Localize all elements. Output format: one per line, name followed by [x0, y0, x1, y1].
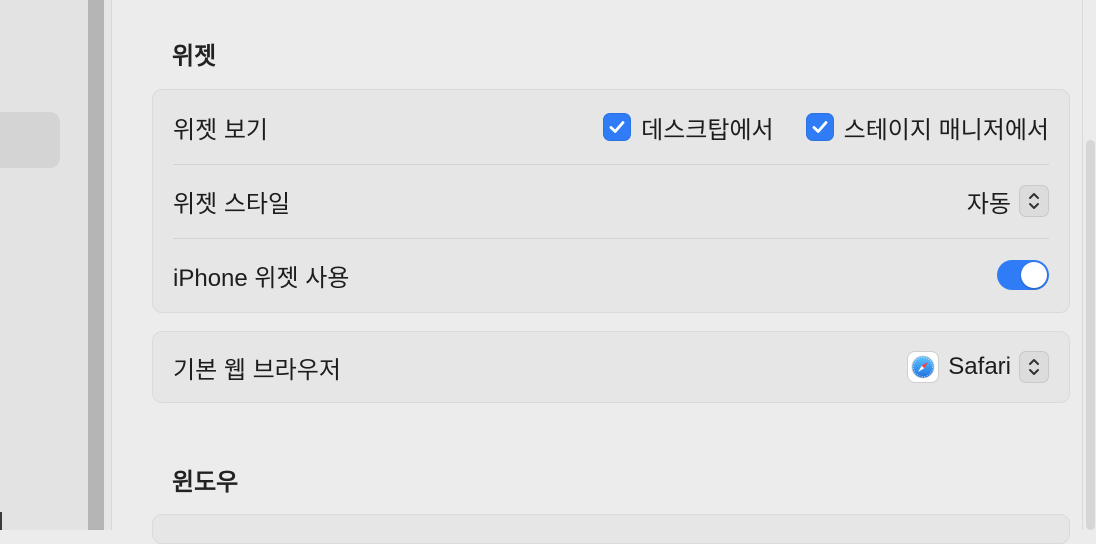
- default-browser-label: 기본 웹 브라우저: [173, 356, 341, 384]
- scrollbar-thumb[interactable]: [1086, 140, 1095, 530]
- divider-edge: [104, 0, 112, 530]
- widget-style-label: 위젯 스타일: [173, 190, 291, 218]
- stage-manager-checkbox-item[interactable]: 스테이지 매니저에서: [805, 110, 1049, 145]
- widget-style-row: 위젯 스타일 자동: [153, 164, 1069, 238]
- desktop-checkbox-item[interactable]: 데스크탑에서: [603, 110, 774, 145]
- sidebar-item-fragment: [0, 512, 8, 530]
- default-browser-value[interactable]: Safari: [948, 353, 1011, 381]
- iphone-widgets-label: iPhone 위젯 사용: [173, 264, 350, 292]
- show-widgets-row: 위젯 보기 데스크탑에서 스테이지 매니저에서: [153, 90, 1069, 164]
- browser-group: 기본 웹 브라우저 Safari: [152, 331, 1070, 403]
- checkmark-icon: [609, 121, 625, 133]
- iphone-widgets-row: iPhone 위젯 사용: [153, 238, 1069, 312]
- iphone-widgets-toggle[interactable]: [997, 260, 1049, 290]
- sidebar: [0, 0, 88, 530]
- widgets-group: 위젯 보기 데스크탑에서 스테이지 매니저에서 위젯 스타일 자동 iPhone…: [152, 89, 1070, 313]
- checkmark-icon: [812, 121, 828, 133]
- popup-stepper-icon[interactable]: [1019, 185, 1049, 217]
- windows-group: [152, 514, 1070, 544]
- safari-icon: [908, 352, 939, 382]
- show-widgets-label: 위젯 보기: [173, 116, 268, 144]
- sidebar-selected-item[interactable]: [0, 112, 60, 168]
- desktop-checkbox[interactable]: [603, 113, 632, 141]
- stage-manager-checkbox[interactable]: [805, 113, 834, 141]
- windows-section-title: 윈도우: [172, 469, 239, 496]
- settings-content: 위젯 위젯 보기 데스크탑에서 스테이지 매니저에서 위젯 스타일 자동 iPh…: [112, 0, 1082, 544]
- default-browser-row: 기본 웹 브라우저 Safari: [153, 332, 1069, 402]
- widgets-section-title: 위젯: [172, 43, 217, 70]
- split-view-divider[interactable]: [88, 0, 104, 530]
- default-browser-popup[interactable]: Safari: [908, 351, 1049, 383]
- widget-style-popup[interactable]: 자동: [967, 184, 1049, 219]
- desktop-checkbox-label[interactable]: 데스크탑에서: [641, 110, 773, 145]
- stage-manager-checkbox-label[interactable]: 스테이지 매니저에서: [844, 110, 1049, 145]
- widget-style-value[interactable]: 자동: [967, 184, 1011, 219]
- popup-stepper-icon[interactable]: [1019, 351, 1049, 383]
- toggle-knob: [1021, 262, 1047, 288]
